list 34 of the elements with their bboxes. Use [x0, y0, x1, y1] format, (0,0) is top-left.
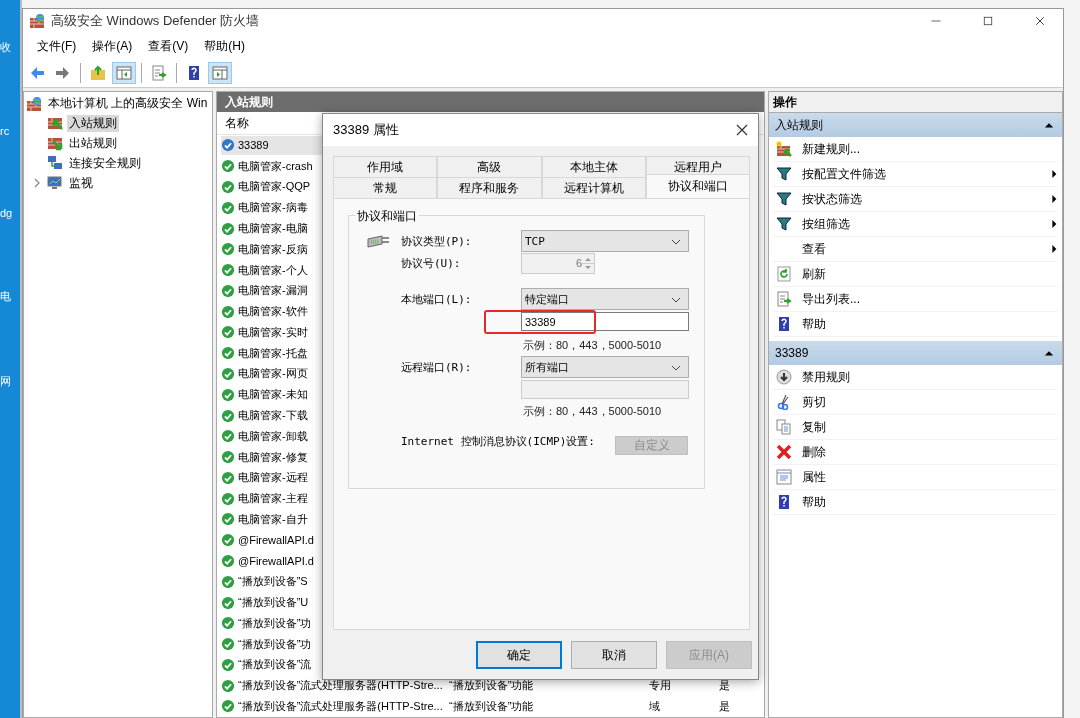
- field-label: Internet 控制消息协议(ICMP)设置:: [401, 436, 596, 448]
- action-label: 按状态筛选: [802, 190, 863, 208]
- table-cell-text: 专用: [649, 678, 672, 694]
- action-label: 按配置文件筛选: [802, 165, 887, 183]
- action-label: 刷新: [802, 265, 827, 283]
- window-title: 高级安全 Windows Defender 防火墙: [51, 12, 261, 30]
- group-title: 协议和端口: [355, 208, 419, 225]
- field-label: 本地端口(L):: [401, 291, 473, 307]
- example-text: 示例：80，443，5000-5010: [522, 337, 663, 353]
- action-label: 复制: [802, 418, 827, 436]
- field-label: 协议类型(P):: [401, 233, 473, 249]
- section-title: 入站规则: [775, 116, 823, 134]
- example-text: 示例：80，443，5000-5010: [522, 403, 663, 419]
- section-title: 33389: [775, 346, 809, 360]
- table-cell-text: 是: [719, 678, 731, 694]
- pane-header: 入站规则: [217, 92, 764, 112]
- action-label: 帮助: [802, 493, 827, 511]
- action-label: 新建规则...: [802, 140, 861, 158]
- action-label: 帮助: [802, 315, 827, 333]
- field-label: 协议号(U):: [401, 255, 462, 271]
- action-label: 禁用规则: [802, 368, 851, 386]
- action-label: 剪切: [802, 393, 827, 411]
- action-label: 查看: [802, 240, 827, 258]
- action-label: 属性: [802, 468, 827, 486]
- table-cell-text: “播放到设备”功能: [449, 699, 535, 714]
- table-cell-text: 是: [719, 699, 731, 714]
- action-label: 导出列表...: [802, 290, 861, 308]
- dialog-title: 33389 属性: [333, 121, 399, 139]
- table-cell-text: 域: [649, 699, 661, 714]
- table-cell-text: “播放到设备”功能: [449, 678, 535, 694]
- action-label: 删除: [802, 443, 827, 461]
- action-label: 按组筛选: [802, 215, 851, 233]
- field-label: 远程端口(R):: [401, 359, 473, 375]
- pane-header: 操作: [769, 92, 1062, 113]
